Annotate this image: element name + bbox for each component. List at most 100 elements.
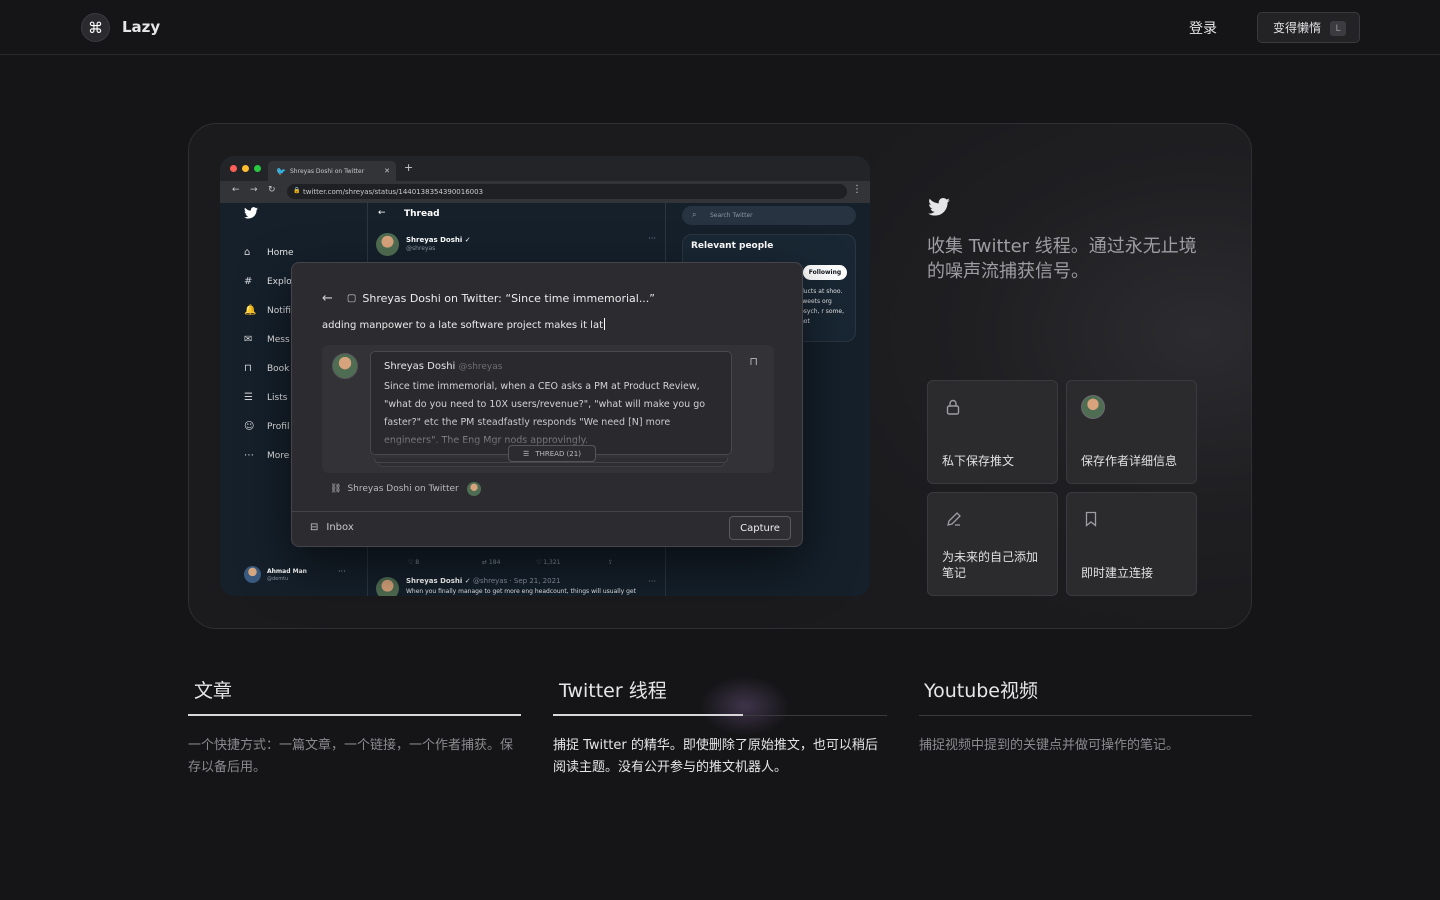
- close-tab-icon[interactable]: ✕: [384, 167, 390, 175]
- new-tab-icon[interactable]: +: [404, 161, 413, 174]
- browser-toolbar: ← → ↻ 🔒 twitter.com/shreyas/status/14401…: [220, 181, 870, 203]
- sidebar-item-explore[interactable]: # Explo: [244, 276, 292, 287]
- sidebar-item-messages[interactable]: ✉ Mess: [244, 334, 290, 345]
- lock-icon: [946, 399, 960, 415]
- following-button[interactable]: Following: [803, 265, 847, 280]
- back-arrow-icon[interactable]: ←: [232, 185, 240, 195]
- feature-save-author: 保存作者详细信息: [1066, 380, 1197, 484]
- search-icon: ⌕: [692, 210, 697, 219]
- sidebar-item-home[interactable]: ⌂ Home: [244, 247, 294, 258]
- avatar: [376, 577, 399, 596]
- sidebar-item-profile[interactable]: ☺ Profil: [244, 421, 289, 432]
- command-logo-icon[interactable]: ⌘: [81, 13, 110, 42]
- back-arrow-icon[interactable]: ←: [322, 291, 333, 306]
- like-count[interactable]: ♡ 1,321: [536, 559, 560, 566]
- sidebar-item-notifications[interactable]: 🔔 Notifi: [244, 305, 291, 316]
- thread-stack-layer: [378, 463, 724, 467]
- source-link[interactable]: ⛓ Shreyas Doshi on Twitter: [330, 482, 481, 496]
- tweet-meta: @shreyas · Sep 21, 2021: [473, 577, 561, 585]
- tab-progress: [553, 714, 743, 716]
- get-lazy-button[interactable]: 变得懒惰 L: [1257, 12, 1360, 43]
- account-name: Ahmad Man: [267, 568, 307, 575]
- tab-title: 文章: [194, 680, 233, 702]
- avatar: [332, 353, 358, 379]
- feature-label: 为未来的自己添加笔记: [942, 550, 1039, 580]
- text-caret: [604, 318, 606, 330]
- feature-save-private: 私下保存推文: [927, 380, 1058, 484]
- address-url: twitter.com/shreyas/status/1440138354390…: [303, 188, 484, 196]
- twitter-search-input[interactable]: ⌕ Search Twitter: [682, 206, 856, 225]
- tweet-embed: Shreyas Doshi @shreyas Since time immemo…: [322, 345, 774, 473]
- sidebar-item-more[interactable]: ⋯ More: [244, 450, 289, 461]
- more-dots-icon[interactable]: ···: [648, 234, 656, 243]
- relevant-people-title: Relevant people: [691, 241, 774, 251]
- feature-label: 私下保存推文: [942, 454, 1015, 468]
- account-handle: @demtu: [267, 576, 289, 582]
- tab-twitter-threads[interactable]: Twitter 线程 捕捉 Twitter 的精华。即使删除了原始推文，也可以稍…: [553, 676, 887, 775]
- lock-icon: 🔒: [293, 187, 301, 194]
- sidebar-item-lists[interactable]: ☰ Lists: [244, 392, 287, 403]
- tab-articles[interactable]: 文章 一个快捷方式：一篇文章，一个链接，一个作者捕获。保存以备后用。: [188, 676, 521, 775]
- login-link[interactable]: 登录: [1189, 18, 1217, 38]
- thread-count-badge[interactable]: ☰ THREAD (21): [508, 445, 596, 462]
- author-handle: @shreyas: [406, 245, 436, 252]
- mail-icon: ✉: [244, 334, 253, 345]
- bookmark-icon: [1085, 511, 1097, 527]
- browser-tab[interactable]: 🐦 Shreyas Doshi on Twitter ✕: [268, 161, 396, 181]
- browser-tab-title: Shreyas Doshi on Twitter: [290, 168, 365, 175]
- avatar[interactable]: [376, 233, 399, 256]
- tweet-author-handle: @shreyas: [458, 362, 503, 372]
- thread-stack-icon: ☰: [523, 449, 530, 458]
- note-input[interactable]: adding manpower to a late software proje…: [322, 318, 606, 331]
- maximize-dot-icon: [254, 165, 261, 172]
- more-dots-icon[interactable]: ···: [338, 567, 346, 576]
- tweet-item[interactable]: Shreyas Doshi ✓ @shreyas · Sep 21, 2021 …: [376, 577, 656, 596]
- modal-header: ← ▢ Shreyas Doshi on Twitter: “Since tim…: [322, 291, 655, 306]
- more-dots-icon[interactable]: ···: [648, 577, 656, 586]
- tab-description: 一个快捷方式：一篇文章，一个链接，一个作者捕获。保存以备后用。: [188, 738, 514, 775]
- author-name[interactable]: Shreyas Doshi ✓: [406, 236, 471, 244]
- account-switcher[interactable]: Ahmad Man @demtu ···: [244, 566, 364, 586]
- bookmark-icon[interactable]: ⊓: [749, 355, 758, 368]
- get-lazy-label: 变得懒惰: [1273, 21, 1322, 35]
- tweet-card[interactable]: Shreyas Doshi @shreyas Since time immemo…: [370, 351, 732, 455]
- feature-label: 即时建立连接: [1081, 566, 1154, 580]
- user-icon: ☺: [244, 421, 255, 432]
- minimize-dot-icon: [242, 165, 249, 172]
- link-icon: ⛓: [330, 484, 342, 494]
- avatar-icon: [1081, 395, 1105, 419]
- pencil-icon: [947, 512, 961, 526]
- bell-icon: 🔔: [244, 305, 257, 316]
- close-dot-icon: [230, 165, 237, 172]
- back-arrow-icon[interactable]: ←: [378, 208, 386, 218]
- modal-title: Shreyas Doshi on Twitter: “Since time im…: [362, 292, 656, 305]
- inbox-selector[interactable]: ⊟ Inbox: [310, 522, 354, 533]
- inbox-label: Inbox: [326, 522, 354, 533]
- twitter-logo-icon: [928, 198, 950, 216]
- source-label: Shreyas Doshi on Twitter: [347, 484, 459, 494]
- thread-count-label: THREAD (21): [535, 449, 581, 458]
- tab-title: Twitter 线程: [559, 680, 667, 702]
- sidebar-label: Mess: [267, 334, 290, 345]
- feature-connect: 即时建立连接: [1066, 492, 1197, 596]
- sidebar-label: Lists: [267, 392, 288, 403]
- tab-youtube-videos[interactable]: Youtube视频 捕捉视频中提到的关键点并做可操作的笔记。: [919, 676, 1252, 753]
- divider: [292, 511, 802, 512]
- browser-menu-icon[interactable]: ⋮: [852, 184, 862, 195]
- tab-progress: [188, 714, 521, 716]
- reply-count[interactable]: ♡ 8: [408, 559, 419, 566]
- twitter-logo-icon[interactable]: [244, 207, 258, 219]
- share-icon[interactable]: ⇪: [608, 559, 613, 566]
- tab-title: Youtube视频: [924, 680, 1038, 702]
- document-icon: ▢: [346, 293, 357, 304]
- reload-icon[interactable]: ↻: [268, 185, 276, 195]
- sidebar-item-bookmarks[interactable]: ⊓ Book: [244, 363, 289, 374]
- avatar: [244, 566, 261, 583]
- brand-name[interactable]: Lazy: [122, 18, 160, 36]
- browser-tabbar: 🐦 Shreyas Doshi on Twitter ✕ +: [220, 156, 870, 181]
- address-bar[interactable]: 🔒 twitter.com/shreyas/status/14401383543…: [287, 184, 847, 199]
- retweet-count[interactable]: ⇄ 184: [482, 559, 500, 566]
- capture-button[interactable]: Capture: [729, 516, 791, 540]
- tweet-author: Shreyas Doshi @shreyas: [384, 361, 502, 372]
- forward-arrow-icon[interactable]: →: [250, 185, 258, 195]
